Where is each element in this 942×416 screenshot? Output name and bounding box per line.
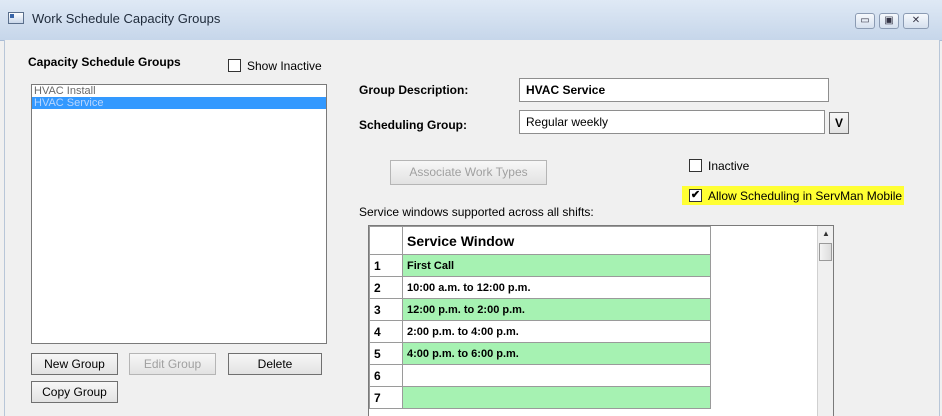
show-inactive-checkbox[interactable] <box>228 59 241 72</box>
show-inactive-label: Show Inactive <box>247 59 322 73</box>
table-row[interactable]: 7 <box>369 386 711 409</box>
table-row[interactable]: 5 4:00 p.m. to 6:00 p.m. <box>369 342 711 365</box>
service-window-cell[interactable] <box>402 364 711 387</box>
service-window-cell[interactable]: 4:00 p.m. to 6:00 p.m. <box>402 342 711 365</box>
row-number-cell[interactable]: 1 <box>369 254 403 277</box>
window-title: Work Schedule Capacity Groups <box>32 11 221 26</box>
table-row[interactable]: 1 First Call <box>369 254 711 277</box>
row-number-cell[interactable]: 5 <box>369 342 403 365</box>
window-app-icon <box>8 12 24 24</box>
table-row[interactable]: 2 10:00 a.m. to 12:00 p.m. <box>369 276 711 299</box>
edit-group-button[interactable]: Edit Group <box>129 353 216 375</box>
row-number-cell[interactable]: 7 <box>369 386 403 409</box>
row-number-cell[interactable]: 2 <box>369 276 403 299</box>
group-description-label: Group Description: <box>359 83 469 97</box>
row-number-cell[interactable]: 3 <box>369 298 403 321</box>
scheduling-group-field[interactable]: Regular weekly <box>519 110 825 134</box>
new-group-button[interactable]: New Group <box>31 353 118 375</box>
allow-mobile-label: Allow Scheduling in ServMan Mobile <box>708 189 903 203</box>
service-windows-grid[interactable]: Service Window 1 First Call 2 10:00 a.m. to… <box>368 225 834 416</box>
service-windows-caption: Service windows supported across all shi… <box>359 205 594 219</box>
inactive-checkbox[interactable] <box>689 159 702 172</box>
service-window-cell[interactable] <box>402 386 711 409</box>
table-row[interactable]: 4 2:00 p.m. to 4:00 p.m. <box>369 320 711 343</box>
allow-mobile-checkbox[interactable]: ✔ <box>689 189 702 202</box>
service-window-cell[interactable]: First Call <box>402 254 711 277</box>
list-item[interactable]: HVAC Service <box>32 97 326 109</box>
group-description-field[interactable]: HVAC Service <box>519 78 829 102</box>
service-window-cell[interactable]: 10:00 a.m. to 12:00 p.m. <box>402 276 711 299</box>
maximize-button[interactable]: ▣ <box>879 13 899 29</box>
service-window-column-header[interactable]: Service Window <box>402 226 711 255</box>
copy-group-button[interactable]: Copy Group <box>31 381 118 403</box>
table-row[interactable]: 6 <box>369 364 711 387</box>
capacity-groups-list[interactable]: HVAC Install HVAC Service <box>31 84 327 344</box>
scroll-up-arrow-icon[interactable]: ▲ <box>818 226 833 242</box>
minimize-button[interactable]: ▭ <box>855 13 875 29</box>
list-item[interactable]: HVAC Install <box>32 85 326 97</box>
service-window-cell[interactable]: 12:00 p.m. to 2:00 p.m. <box>402 298 711 321</box>
associate-work-types-button[interactable]: Associate Work Types <box>390 160 547 185</box>
title-bar: Work Schedule Capacity Groups ▭ ▣ ✕ <box>0 0 942 41</box>
scheduling-group-label: Scheduling Group: <box>359 118 467 132</box>
grid-vertical-scrollbar[interactable]: ▲ <box>817 226 833 416</box>
close-button[interactable]: ✕ <box>903 13 929 29</box>
grid-corner-cell <box>369 226 403 255</box>
delete-button[interactable]: Delete <box>228 353 322 375</box>
capacity-groups-heading: Capacity Schedule Groups <box>28 55 181 69</box>
scheduling-group-dropdown-button[interactable]: V <box>829 112 849 134</box>
inactive-label: Inactive <box>708 159 750 173</box>
row-number-cell[interactable]: 6 <box>369 364 403 387</box>
row-number-cell[interactable]: 4 <box>369 320 403 343</box>
table-row[interactable]: 3 12:00 p.m. to 2:00 p.m. <box>369 298 711 321</box>
service-window-cell[interactable]: 2:00 p.m. to 4:00 p.m. <box>402 320 711 343</box>
scroll-thumb[interactable] <box>819 243 832 261</box>
